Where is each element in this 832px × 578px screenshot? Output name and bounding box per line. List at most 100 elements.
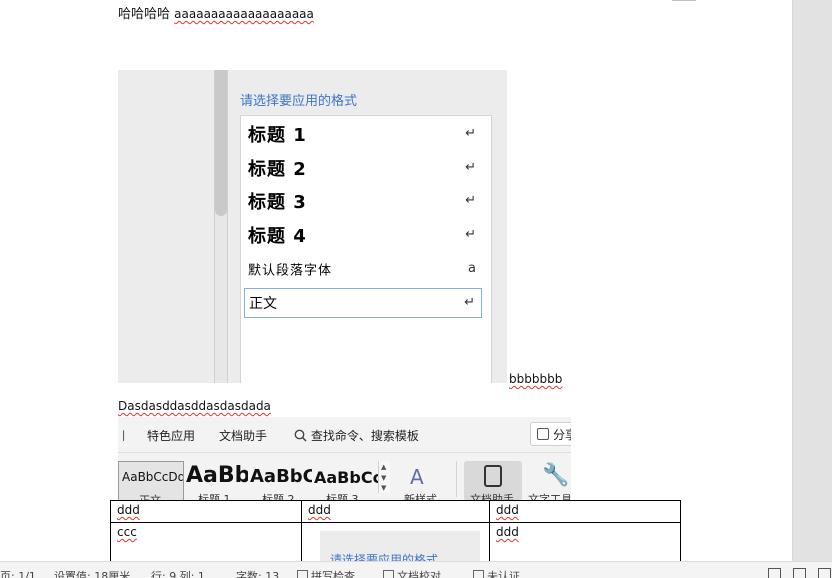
status-word-count[interactable]: 字数: 13 [236,568,279,578]
cell-embedded-image[interactable]: 请选择要应用的格式 [320,529,489,561]
page-top-rule [672,0,696,1]
table-cell-text: ddd [308,503,331,517]
table-cell[interactable]: ddd [110,500,302,523]
cell-image-title: 请选择要应用的格式 [330,553,439,561]
new-style-label: 新样式 [404,493,437,500]
gallery-sample: AaBbC [250,466,312,487]
gallery-item-body: AaBbCcDd 正文 [118,461,184,500]
ribbon-tab-cut-edge: ㅣ [118,429,130,443]
doc-assistant-icon [484,465,502,487]
style-list: 标题 1 ↵ 标题 2 ↵ 标题 3 ↵ 标题 4 ↵ 默认段落字体 a 正文 … [240,115,492,383]
paragraph-2[interactable]: Dasdasddasddasdasdada [118,399,271,413]
style-item-body-text: 正文 ↵ [244,288,482,318]
magnifier-icon [294,429,307,442]
gallery-caption: 标题 2 [262,493,295,500]
more-icon: ▼ [381,484,387,492]
style-item-heading-3: 标题 3 ↵ [244,186,482,216]
fullscreen-icon[interactable] [768,568,781,578]
page-right-margin-area [792,0,832,561]
paragraph-mark-icon: ↵ [465,125,476,141]
table-cell[interactable]: ddd [489,500,681,523]
table-cell[interactable]: ddd [489,522,681,561]
document-table[interactable]: ddd ddd ddd ccc 请选择要应用的格式 ddd [110,500,681,561]
style-item-label: 标题 2 [248,159,307,180]
text-after-image[interactable]: bbbbbbb [509,372,562,386]
status-doc-proof[interactable]: 文档校对 [383,568,441,578]
gallery-item-heading-3: AaBbCc 标题 3 [314,461,378,500]
style-item-default-font: 默认段落字体 a [244,254,482,284]
style-gallery: AaBbCcDd 正文 AaBb 标题 1 AaBbC 标题 2 AaBbCc … [118,461,384,500]
table-cell[interactable]: ddd [301,500,490,523]
table-row: ccc 请选择要应用的格式 ddd [110,522,681,561]
table-cell[interactable]: ccc [110,522,302,561]
ribbon-separator [456,461,457,497]
share-icon [537,428,549,440]
status-unauth-label: 未认证 [487,570,520,578]
share-label: 分享 [553,428,571,442]
paragraph-mark-icon: ↵ [465,192,476,208]
gallery-item-heading-1: AaBb 标题 1 [186,461,248,500]
paragraph-mark-icon: ↵ [465,159,476,175]
image-scrollbar-thumb [215,70,227,216]
gallery-caption: 标题 1 [198,493,231,500]
table-cell-text: ddd [496,503,519,517]
gallery-item-heading-2: AaBbC 标题 2 [250,461,312,500]
shield-icon [473,570,484,578]
character-style-icon: a [468,260,476,276]
paragraph-mark-icon: ↵ [464,294,475,310]
document-page[interactable]: 哈哈哈哈 aaaaaaaaaaaaaaaaaaa 请选择要应用的格式 标题 1 … [0,0,792,561]
text-line-1-chinese: 哈哈哈哈 [118,7,171,22]
doc-tools-label: 文字工具 [528,493,571,500]
embedded-ribbon-image[interactable]: ㅣ 特色应用 文档助手 查找命令、搜索模板 分享 AaBbCcDd 正文 [118,417,571,500]
gallery-caption: 标题 3 [326,493,359,500]
ribbon-search: 查找命令、搜索模板 [294,427,419,444]
ribbon-doc-assistant-button: 文档助手 [464,461,522,500]
style-item-label: 标题 1 [248,125,307,146]
checkbox-icon [297,570,308,578]
status-position[interactable]: 设置值: 18厘米 [54,568,130,578]
status-doc-proof-label: 文档校对 [397,570,441,578]
ribbon-tab-features: 特色应用 [147,429,196,443]
ribbon-search-label: 查找命令、搜索模板 [310,429,419,443]
table-cell-text: ddd [496,525,519,539]
chevron-down-icon: ▼ [381,474,387,482]
gallery-sample: AaBbCc [314,468,378,487]
checkbox-icon [383,570,394,578]
ribbon-tab-row: ㅣ 特色应用 文档助手 查找命令、搜索模板 分享 [118,417,571,453]
layout-view-icon[interactable] [818,568,831,578]
embedded-style-pane-image[interactable]: 请选择要应用的格式 标题 1 ↵ 标题 2 ↵ 标题 3 ↵ 标题 4 ↵ 默认… [118,70,507,383]
style-item-heading-2: 标题 2 ↵ [244,153,482,183]
ribbon-tab-doc-assistant: 文档助手 [219,429,268,443]
ribbon-doc-tools-button: 🔧 文字工具 [528,461,571,500]
table-cell-text: ddd [117,503,140,517]
style-item-heading-1: 标题 1 ↵ [244,119,482,149]
status-line-col[interactable]: 行: 9 列: 1 [151,568,205,578]
table-row: ddd ddd ddd [110,500,681,523]
status-spell-check[interactable]: 拼写检查 [297,568,355,578]
ribbon-share-button: 分享 [530,422,571,446]
status-bar: 页: 1/1 设置值: 18厘米 行: 9 列: 1 字数: 13 拼写检查 文… [0,561,832,578]
status-unauth[interactable]: 未认证 [473,568,520,578]
table-cell-with-image[interactable]: 请选择要应用的格式 [301,522,490,561]
doc-assistant-label: 文档助手 [470,493,514,500]
paragraph-mark-icon: ↵ [465,226,476,242]
status-page[interactable]: 页: 1/1 [0,568,36,578]
cell-image-top-edge [320,529,489,531]
gallery-scroll-buttons: ▲ ▼ ▼ [378,461,390,493]
text-line-1-latin: aaaaaaaaaaaaaaaaaaa [174,7,314,21]
status-spell-check-label: 拼写检查 [311,570,355,578]
document-workspace: 哈哈哈哈 aaaaaaaaaaaaaaaaaaa 请选择要应用的格式 标题 1 … [0,0,832,561]
wrench-icon: 🔧 [542,463,570,488]
text-line-1[interactable]: 哈哈哈哈 aaaaaaaaaaaaaaaaaaa [118,3,314,22]
style-item-heading-4: 标题 4 ↵ [244,220,482,250]
style-item-label: 标题 4 [248,226,307,247]
style-item-label: 默认段落字体 [248,263,333,279]
gallery-caption: 正文 [139,492,161,500]
ribbon-new-style-button: A 新样式 [404,461,446,500]
style-item-label: 正文 [249,296,277,312]
reading-mode-icon[interactable] [793,568,806,578]
style-item-label: 标题 3 [248,192,307,213]
chevron-up-icon: ▲ [381,463,387,471]
gallery-sample: AaBbCcDd [122,470,184,484]
new-style-icon: A [410,465,424,489]
